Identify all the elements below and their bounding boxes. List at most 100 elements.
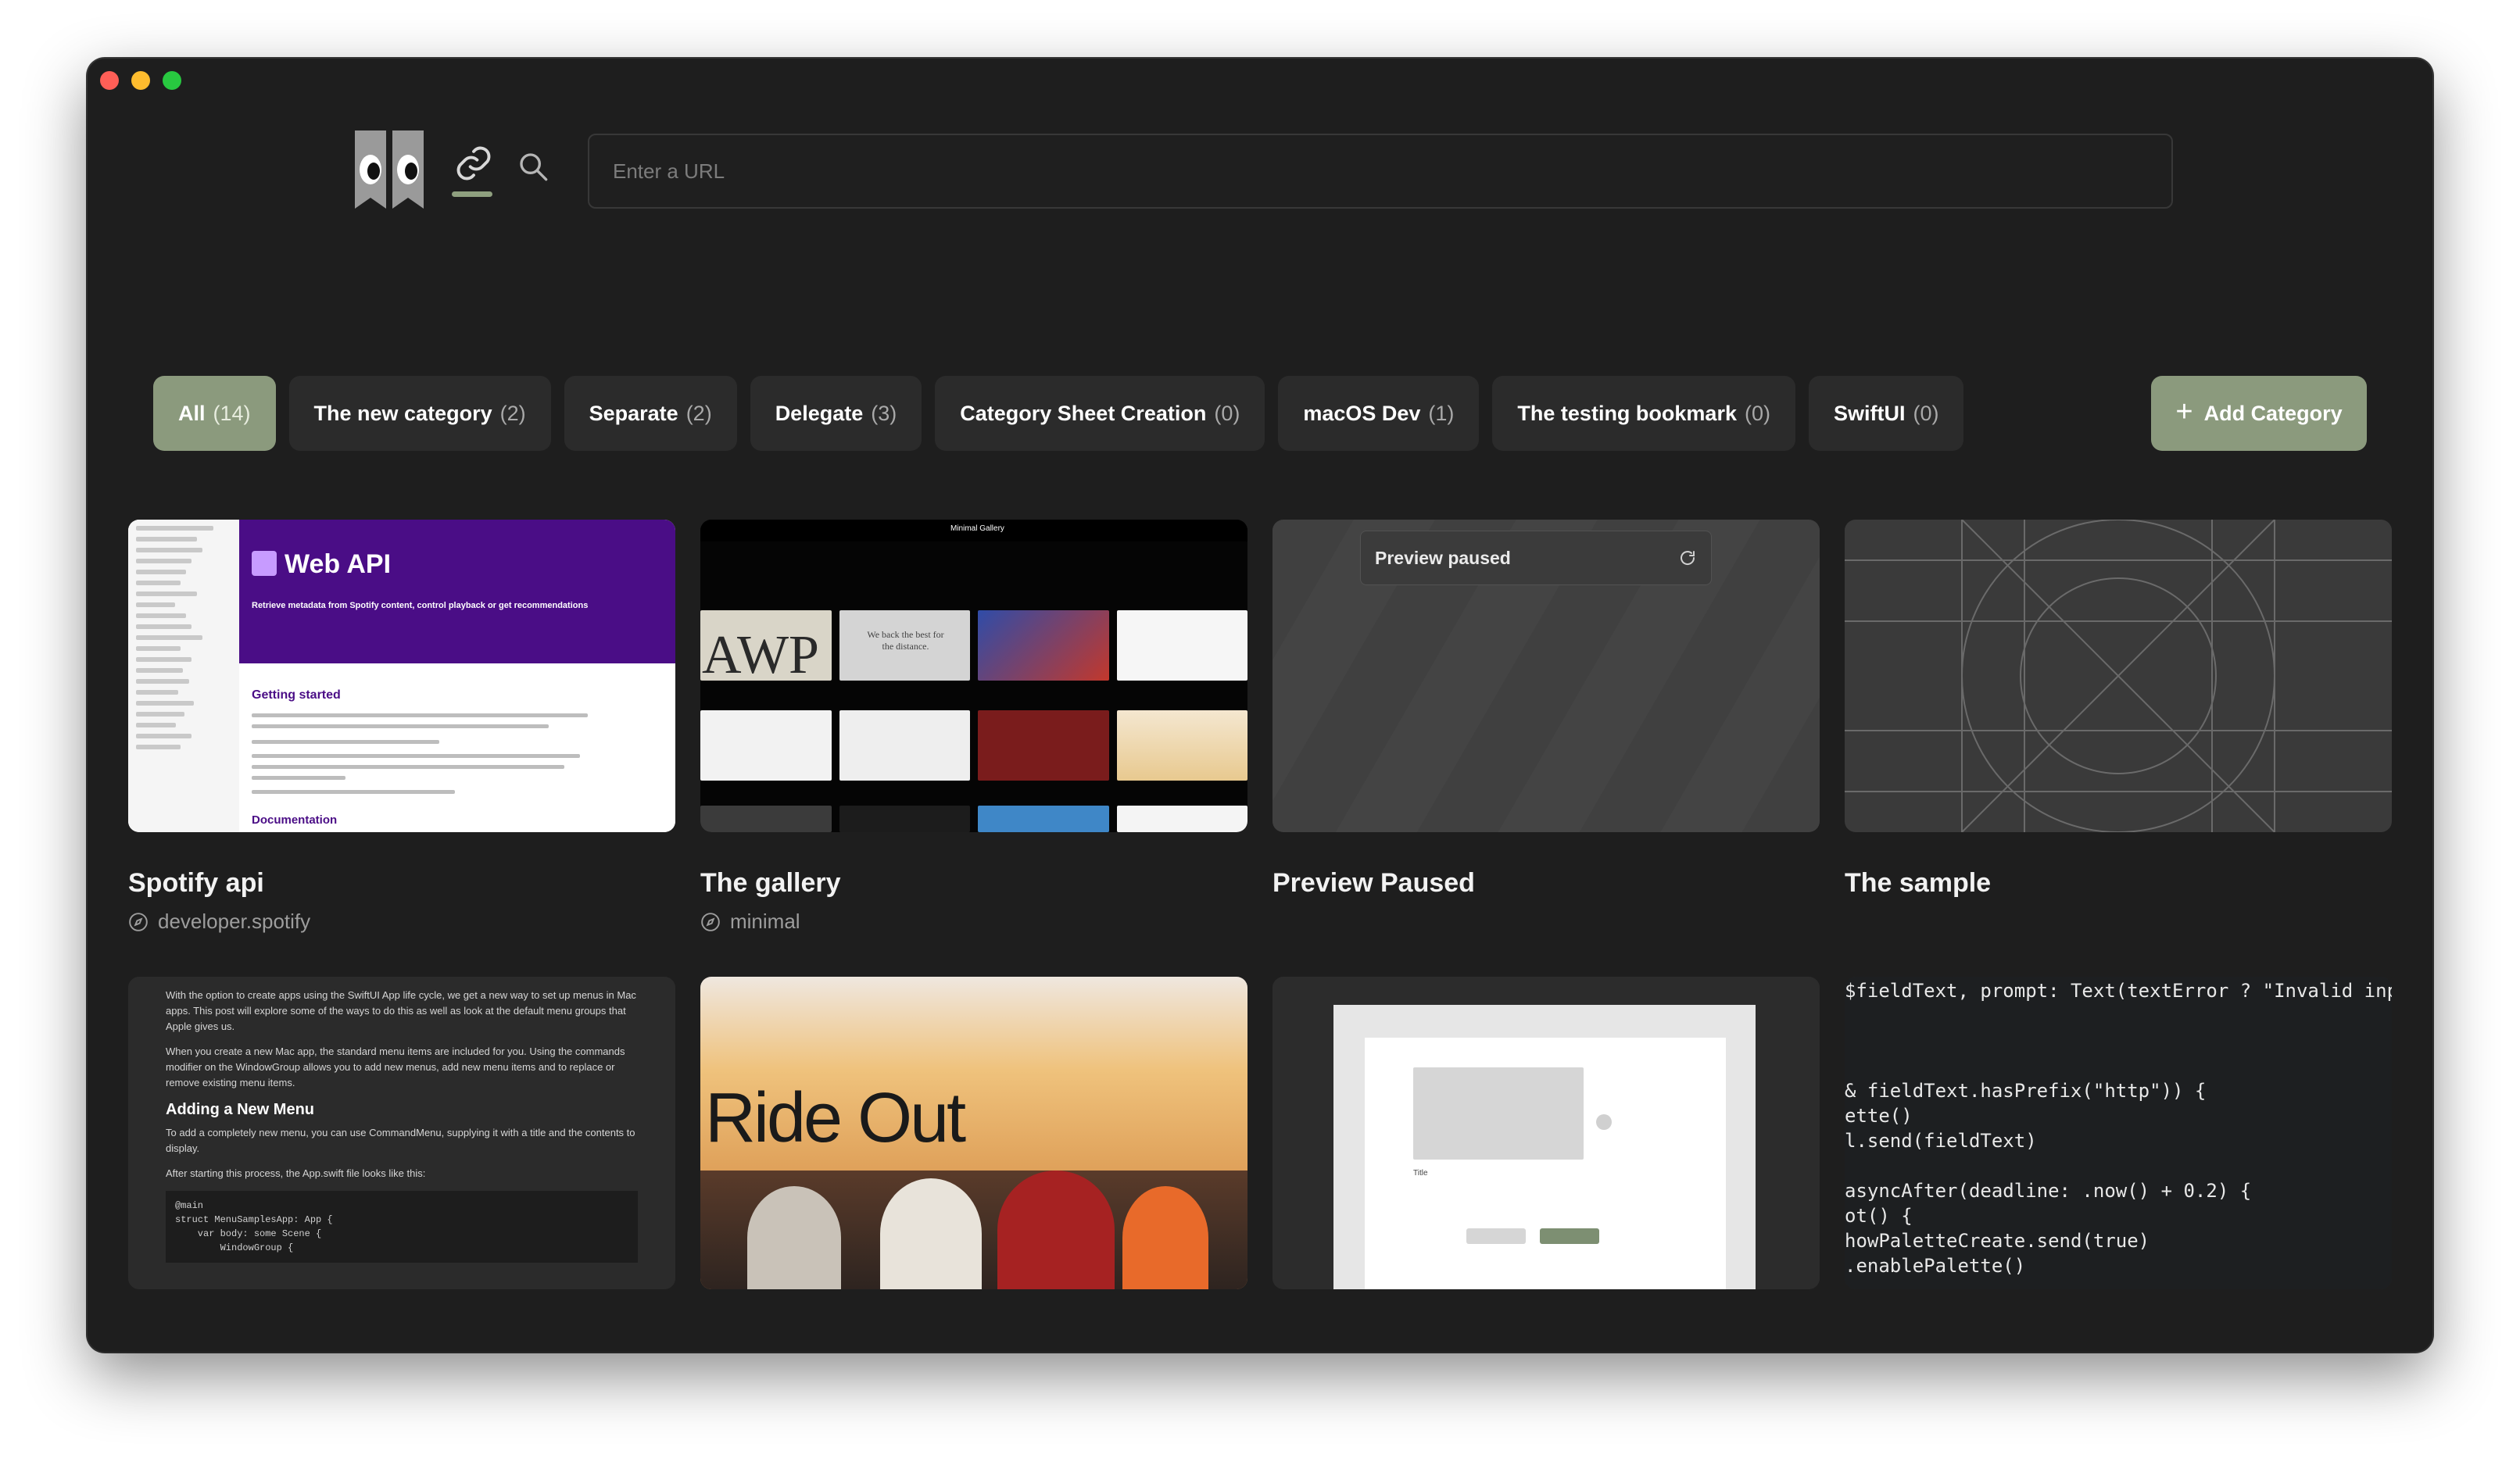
article-heading: Adding a New Menu bbox=[166, 1101, 314, 1118]
thumb-photo bbox=[700, 1171, 1247, 1289]
bookmark-title: The gallery bbox=[700, 868, 841, 898]
code-line: WindowGroup { bbox=[175, 1242, 294, 1253]
bookmark-source: minimal bbox=[700, 910, 1247, 934]
window-controls bbox=[100, 71, 181, 90]
thumb-subtitle: Retrieve metadata from Spotify content, … bbox=[252, 601, 589, 610]
thumb-tile-text: We back the best for the distance. bbox=[867, 629, 944, 652]
category-chip-testing-bookmark[interactable]: The testing bookmark (0) bbox=[1492, 376, 1795, 451]
thumb-section-heading: Documentation bbox=[252, 813, 338, 827]
search-icon[interactable] bbox=[517, 151, 549, 182]
category-count: (0) bbox=[1214, 401, 1240, 425]
thumb-text-line bbox=[252, 713, 588, 717]
add-category-label: Add Category bbox=[2203, 401, 2343, 425]
reload-icon[interactable] bbox=[1678, 549, 1697, 567]
thumb-headline: Ride Out bbox=[705, 1079, 966, 1157]
thumb-text-line bbox=[252, 754, 580, 758]
thumb-frame-label: Title bbox=[1413, 1169, 1428, 1178]
thumb-section-heading: Getting started bbox=[252, 688, 341, 702]
category-label: Delegate bbox=[775, 401, 864, 425]
preview-paused-label: Preview paused bbox=[1375, 547, 1511, 568]
bookmark-card-gallery[interactable]: Minimal Gallery AWP We back the best for… bbox=[700, 520, 1247, 934]
category-count: (3) bbox=[871, 401, 897, 425]
code-line: $fieldText, prompt: Text(textError ? "In… bbox=[1845, 980, 2392, 1002]
thumb-tiles bbox=[700, 710, 1247, 781]
thumb-title: Web API bbox=[285, 549, 392, 579]
compass-icon bbox=[701, 912, 720, 931]
category-count: (2) bbox=[499, 401, 526, 425]
category-label: The new category bbox=[313, 401, 492, 425]
code-preview: $fieldText, prompt: Text(textError ? "In… bbox=[1845, 977, 2392, 1289]
preview-paused-banner: Preview paused bbox=[1360, 531, 1712, 585]
thumb-header bbox=[239, 520, 675, 663]
article-paragraph: To add a completely new menu, you can us… bbox=[166, 1127, 635, 1154]
web-api-logo-icon bbox=[252, 551, 277, 576]
close-window-button[interactable] bbox=[100, 71, 119, 90]
bookmark-card-sample[interactable]: The sample bbox=[1845, 520, 2392, 899]
code-line: var body: some Scene { bbox=[175, 1228, 322, 1239]
thumb-text-line bbox=[252, 790, 455, 794]
category-chip-separate[interactable]: Separate (2) bbox=[564, 376, 737, 451]
thumb-text-line bbox=[252, 724, 549, 728]
category-count: (1) bbox=[1428, 401, 1455, 425]
category-label: SwiftUI bbox=[1833, 401, 1906, 425]
thumb-header: Minimal Gallery bbox=[700, 520, 1247, 541]
link-mode-button[interactable] bbox=[452, 143, 496, 190]
category-chip-swiftui[interactable]: SwiftUI (0) bbox=[1808, 376, 1964, 451]
eyes-bookmark-logo-icon bbox=[355, 130, 424, 209]
bookmark-thumbnail: Preview paused bbox=[1273, 520, 1820, 832]
category-chip-new-category[interactable]: The new category (2) bbox=[288, 376, 551, 451]
bookmark-source-text: minimal bbox=[730, 910, 800, 933]
category-chip-macos-dev[interactable]: macOS Dev (1) bbox=[1278, 376, 1480, 451]
code-line: & fieldText.hasPrefix("http")) { bbox=[1845, 1080, 2207, 1102]
thumb-big-text: AWP bbox=[702, 625, 819, 685]
code-line: l.send(fieldText) bbox=[1845, 1130, 2037, 1152]
bookmark-thumbnail: Minimal Gallery AWP We back the best for… bbox=[700, 520, 1247, 832]
bookmark-thumbnail: Ride Out bbox=[700, 977, 1247, 1289]
article-code-block: @main struct MenuSamplesApp: App { var b… bbox=[166, 1191, 638, 1263]
bookmark-source-text: developer.spotify bbox=[158, 910, 311, 933]
code-line: ette() bbox=[1845, 1105, 1913, 1127]
bookmark-thumbnail: Title bbox=[1273, 977, 1820, 1289]
article-paragraph: When you create a new Mac app, the stand… bbox=[166, 1045, 625, 1088]
bookmark-card-preview-paused[interactable]: Preview paused Preview Paused bbox=[1273, 520, 1820, 899]
code-line: asyncAfter(deadline: .now() + 0.2) { bbox=[1845, 1180, 2252, 1202]
thumb-frame: Title bbox=[1365, 1038, 1726, 1289]
thumb-title: Minimal Gallery bbox=[950, 524, 1004, 533]
bookmark-title: Spotify api bbox=[128, 868, 264, 898]
thumb-tiles bbox=[700, 806, 1247, 832]
category-label: All bbox=[178, 401, 206, 425]
minimize-window-button[interactable] bbox=[131, 71, 150, 90]
bookmark-title: The sample bbox=[1845, 868, 1992, 898]
zoom-window-button[interactable] bbox=[163, 71, 181, 90]
category-chip-sheet-creation[interactable]: Category Sheet Creation (0) bbox=[935, 376, 1265, 451]
code-line: howPaletteCreate.send(true) bbox=[1845, 1230, 2150, 1252]
bookmark-card-spotify[interactable]: Web API Retrieve metadata from Spotify c… bbox=[128, 520, 675, 934]
category-chip-delegate[interactable]: Delegate (3) bbox=[750, 376, 922, 451]
thumb-tiles: AWP We back the best for the distance. bbox=[700, 610, 1247, 685]
add-category-button[interactable]: + Add Category bbox=[2151, 376, 2367, 451]
code-line: .enablePalette() bbox=[1845, 1255, 2026, 1277]
category-label: The testing bookmark bbox=[1517, 401, 1737, 425]
plus-icon: + bbox=[2175, 395, 2193, 428]
article-paragraph: With the option to create apps using the… bbox=[166, 989, 636, 1032]
category-label: Category Sheet Creation bbox=[960, 401, 1207, 425]
link-icon bbox=[456, 146, 491, 180]
compass-icon bbox=[129, 912, 148, 931]
bookmark-card-ride-out[interactable]: Ride Out bbox=[700, 977, 1247, 1289]
thumb-text-line bbox=[252, 776, 345, 780]
url-input[interactable] bbox=[588, 134, 2173, 209]
placeholder-grid-icon bbox=[1845, 520, 2392, 832]
bookmark-source: developer.spotify bbox=[128, 910, 675, 934]
bookmark-thumbnail bbox=[1845, 520, 2392, 832]
bookmark-card-code[interactable]: $fieldText, prompt: Text(textError ? "In… bbox=[1845, 977, 2392, 1289]
thumb-text-line bbox=[252, 765, 564, 769]
category-chip-all[interactable]: All (14) bbox=[153, 376, 276, 451]
active-mode-indicator bbox=[452, 191, 492, 197]
thumb-sidebar bbox=[128, 520, 239, 832]
category-label: macOS Dev bbox=[1303, 401, 1421, 425]
bookmark-card-swiftui-menus[interactable]: With the option to create apps using the… bbox=[128, 977, 675, 1289]
category-label: Separate bbox=[589, 401, 678, 425]
bookmark-thumbnail: $fieldText, prompt: Text(textError ? "In… bbox=[1845, 977, 2392, 1289]
bookmark-card-design-file[interactable]: Title bbox=[1273, 977, 1820, 1289]
category-count: (0) bbox=[1913, 401, 1939, 425]
